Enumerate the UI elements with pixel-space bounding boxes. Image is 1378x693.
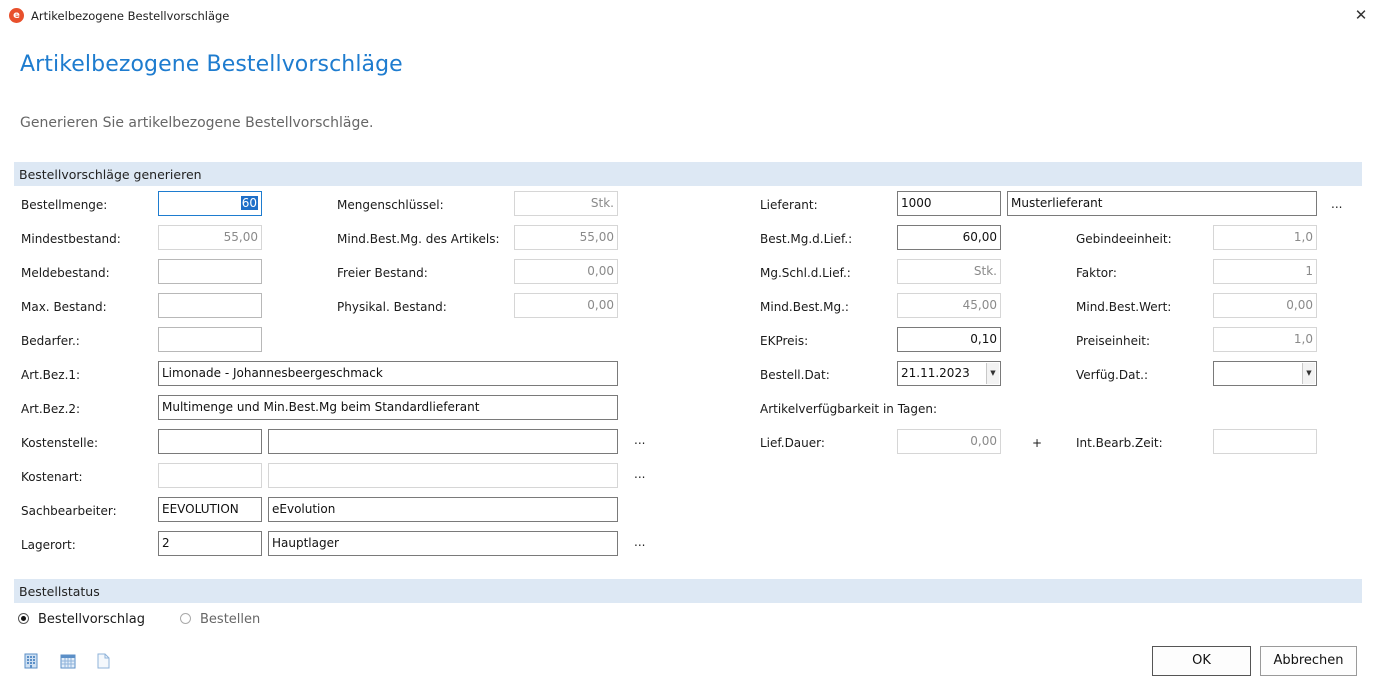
lieferant-code-input[interactable]: 1000 — [897, 191, 1001, 216]
lieferant-browse-button[interactable]: ... — [1331, 197, 1342, 211]
bestellmenge-input[interactable]: 60 — [158, 191, 262, 216]
building-icon[interactable] — [24, 653, 38, 669]
sachbearbeiter-name-field[interactable]: eEvolution — [268, 497, 618, 522]
kostenart-code-field — [158, 463, 262, 488]
mengenschluessel-label: Mengenschlüssel: — [337, 198, 444, 212]
ok-button[interactable]: OK — [1152, 646, 1251, 676]
radio-bestellvorschlag-label: Bestellvorschlag — [38, 612, 145, 627]
radio-bestellen-label: Bestellen — [200, 612, 261, 627]
ekpreis-input[interactable]: 0,10 — [897, 327, 1001, 352]
verfueg-dat-picker[interactable]: ▼ — [1213, 361, 1317, 386]
bestellmenge-value: 60 — [240, 196, 258, 210]
mind-best-wert-field: 0,00 — [1213, 293, 1317, 318]
max-bestand-label: Max. Bestand: — [21, 300, 107, 314]
kostenart-browse-button[interactable]: ... — [634, 467, 645, 481]
verfueg-dat-label: Verfüg.Dat.: — [1076, 368, 1149, 382]
kostenstelle-code-input[interactable] — [158, 429, 262, 454]
bedarfer-label: Bedarfer.: — [21, 334, 80, 348]
document-icon[interactable] — [97, 653, 110, 669]
cancel-button[interactable]: Abbrechen — [1260, 646, 1357, 676]
lagerort-label: Lagerort: — [21, 538, 76, 552]
mind-best-mg-artikel-field: 55,00 — [514, 225, 618, 250]
lieferant-label: Lieferant: — [760, 198, 818, 212]
close-icon[interactable]: ✕ — [1352, 6, 1370, 24]
mind-best-wert-label: Mind.Best.Wert: — [1076, 300, 1172, 314]
int-bearb-zeit-label: Int.Bearb.Zeit: — [1076, 436, 1163, 450]
section-header-generate: Bestellvorschläge generieren — [14, 162, 1362, 186]
lagerort-browse-button[interactable]: ... — [634, 535, 645, 549]
sachbearbeiter-code-input[interactable]: EEVOLUTION — [158, 497, 262, 522]
physikal-bestand-field: 0,00 — [514, 293, 618, 318]
kostenstelle-browse-button[interactable]: ... — [634, 433, 645, 447]
preiseinheit-field: 1,0 — [1213, 327, 1317, 352]
verfueg-dat-dropdown-icon[interactable]: ▼ — [1302, 363, 1315, 384]
bedarfer-input[interactable] — [158, 327, 262, 352]
mindestbestand-field: 55,00 — [158, 225, 262, 250]
mindestbestand-label: Mindestbestand: — [21, 232, 121, 246]
kostenart-name-field — [268, 463, 618, 488]
kostenart-label: Kostenart: — [21, 470, 83, 484]
plus-sign: + — [1032, 436, 1043, 450]
kostenstelle-label: Kostenstelle: — [21, 436, 98, 450]
physikal-bestand-label: Physikal. Bestand: — [337, 300, 447, 314]
art-bez1-label: Art.Bez.1: — [21, 368, 81, 382]
page-subtitle: Generieren Sie artikelbezogene Bestellvo… — [20, 115, 374, 131]
meldebestand-label: Meldebestand: — [21, 266, 110, 280]
mg-schl-d-lief-field: Stk. — [897, 259, 1001, 284]
art-bez2-input[interactable]: Multimenge und Min.Best.Mg beim Standard… — [158, 395, 618, 420]
artikelverfuegbarkeit-label: Artikelverfügbarkeit in Tagen: — [760, 402, 938, 416]
gebindeeinheit-field: 1,0 — [1213, 225, 1317, 250]
page-title: Artikelbezogene Bestellvorschläge — [20, 52, 403, 77]
bestell-dat-picker[interactable]: 21.11.2023 ▼ — [897, 361, 1001, 386]
lagerort-code-input[interactable]: 2 — [158, 531, 262, 556]
meldebestand-input[interactable] — [158, 259, 262, 284]
mg-schl-d-lief-label: Mg.Schl.d.Lief.: — [760, 266, 851, 280]
window-title: Artikelbezogene Bestellvorschläge — [31, 9, 230, 23]
lief-dauer-field: 0,00 — [897, 429, 1001, 454]
lieferant-name-field[interactable]: Musterlieferant — [1007, 191, 1317, 216]
sachbearbeiter-label: Sachbearbeiter: — [21, 504, 117, 518]
faktor-label: Faktor: — [1076, 266, 1117, 280]
bestell-dat-label: Bestell.Dat: — [760, 368, 830, 382]
radio-bestellen[interactable] — [180, 613, 191, 624]
max-bestand-input[interactable] — [158, 293, 262, 318]
best-mg-d-lief-label: Best.Mg.d.Lief.: — [760, 232, 853, 246]
art-bez1-input[interactable]: Limonade - Johannesbeergeschmack — [158, 361, 618, 386]
best-mg-d-lief-input[interactable]: 60,00 — [897, 225, 1001, 250]
freier-bestand-label: Freier Bestand: — [337, 266, 428, 280]
eevolution-logo-icon: e — [9, 8, 24, 23]
bestell-dat-value: 21.11.2023 — [901, 366, 970, 380]
int-bearb-zeit-field — [1213, 429, 1317, 454]
mind-best-mg-artikel-label: Mind.Best.Mg. des Artikels: — [337, 232, 500, 246]
ekpreis-label: EKPreis: — [760, 334, 809, 348]
mind-best-mg-label: Mind.Best.Mg.: — [760, 300, 849, 314]
calendar-icon[interactable] — [60, 653, 76, 669]
gebindeeinheit-label: Gebindeeinheit: — [1076, 232, 1172, 246]
faktor-field: 1 — [1213, 259, 1317, 284]
mind-best-mg-field: 45,00 — [897, 293, 1001, 318]
art-bez2-label: Art.Bez.2: — [21, 402, 81, 416]
kostenstelle-name-field[interactable] — [268, 429, 618, 454]
preiseinheit-label: Preiseinheit: — [1076, 334, 1151, 348]
radio-bestellvorschlag[interactable] — [18, 613, 29, 624]
mengenschluessel-field: Stk. — [514, 191, 618, 216]
freier-bestand-field: 0,00 — [514, 259, 618, 284]
bestellmenge-label: Bestellmenge: — [21, 198, 108, 212]
section-header-status: Bestellstatus — [14, 579, 1362, 603]
bestell-dat-dropdown-icon[interactable]: ▼ — [986, 363, 999, 384]
lagerort-name-field[interactable]: Hauptlager — [268, 531, 618, 556]
lief-dauer-label: Lief.Dauer: — [760, 436, 825, 450]
